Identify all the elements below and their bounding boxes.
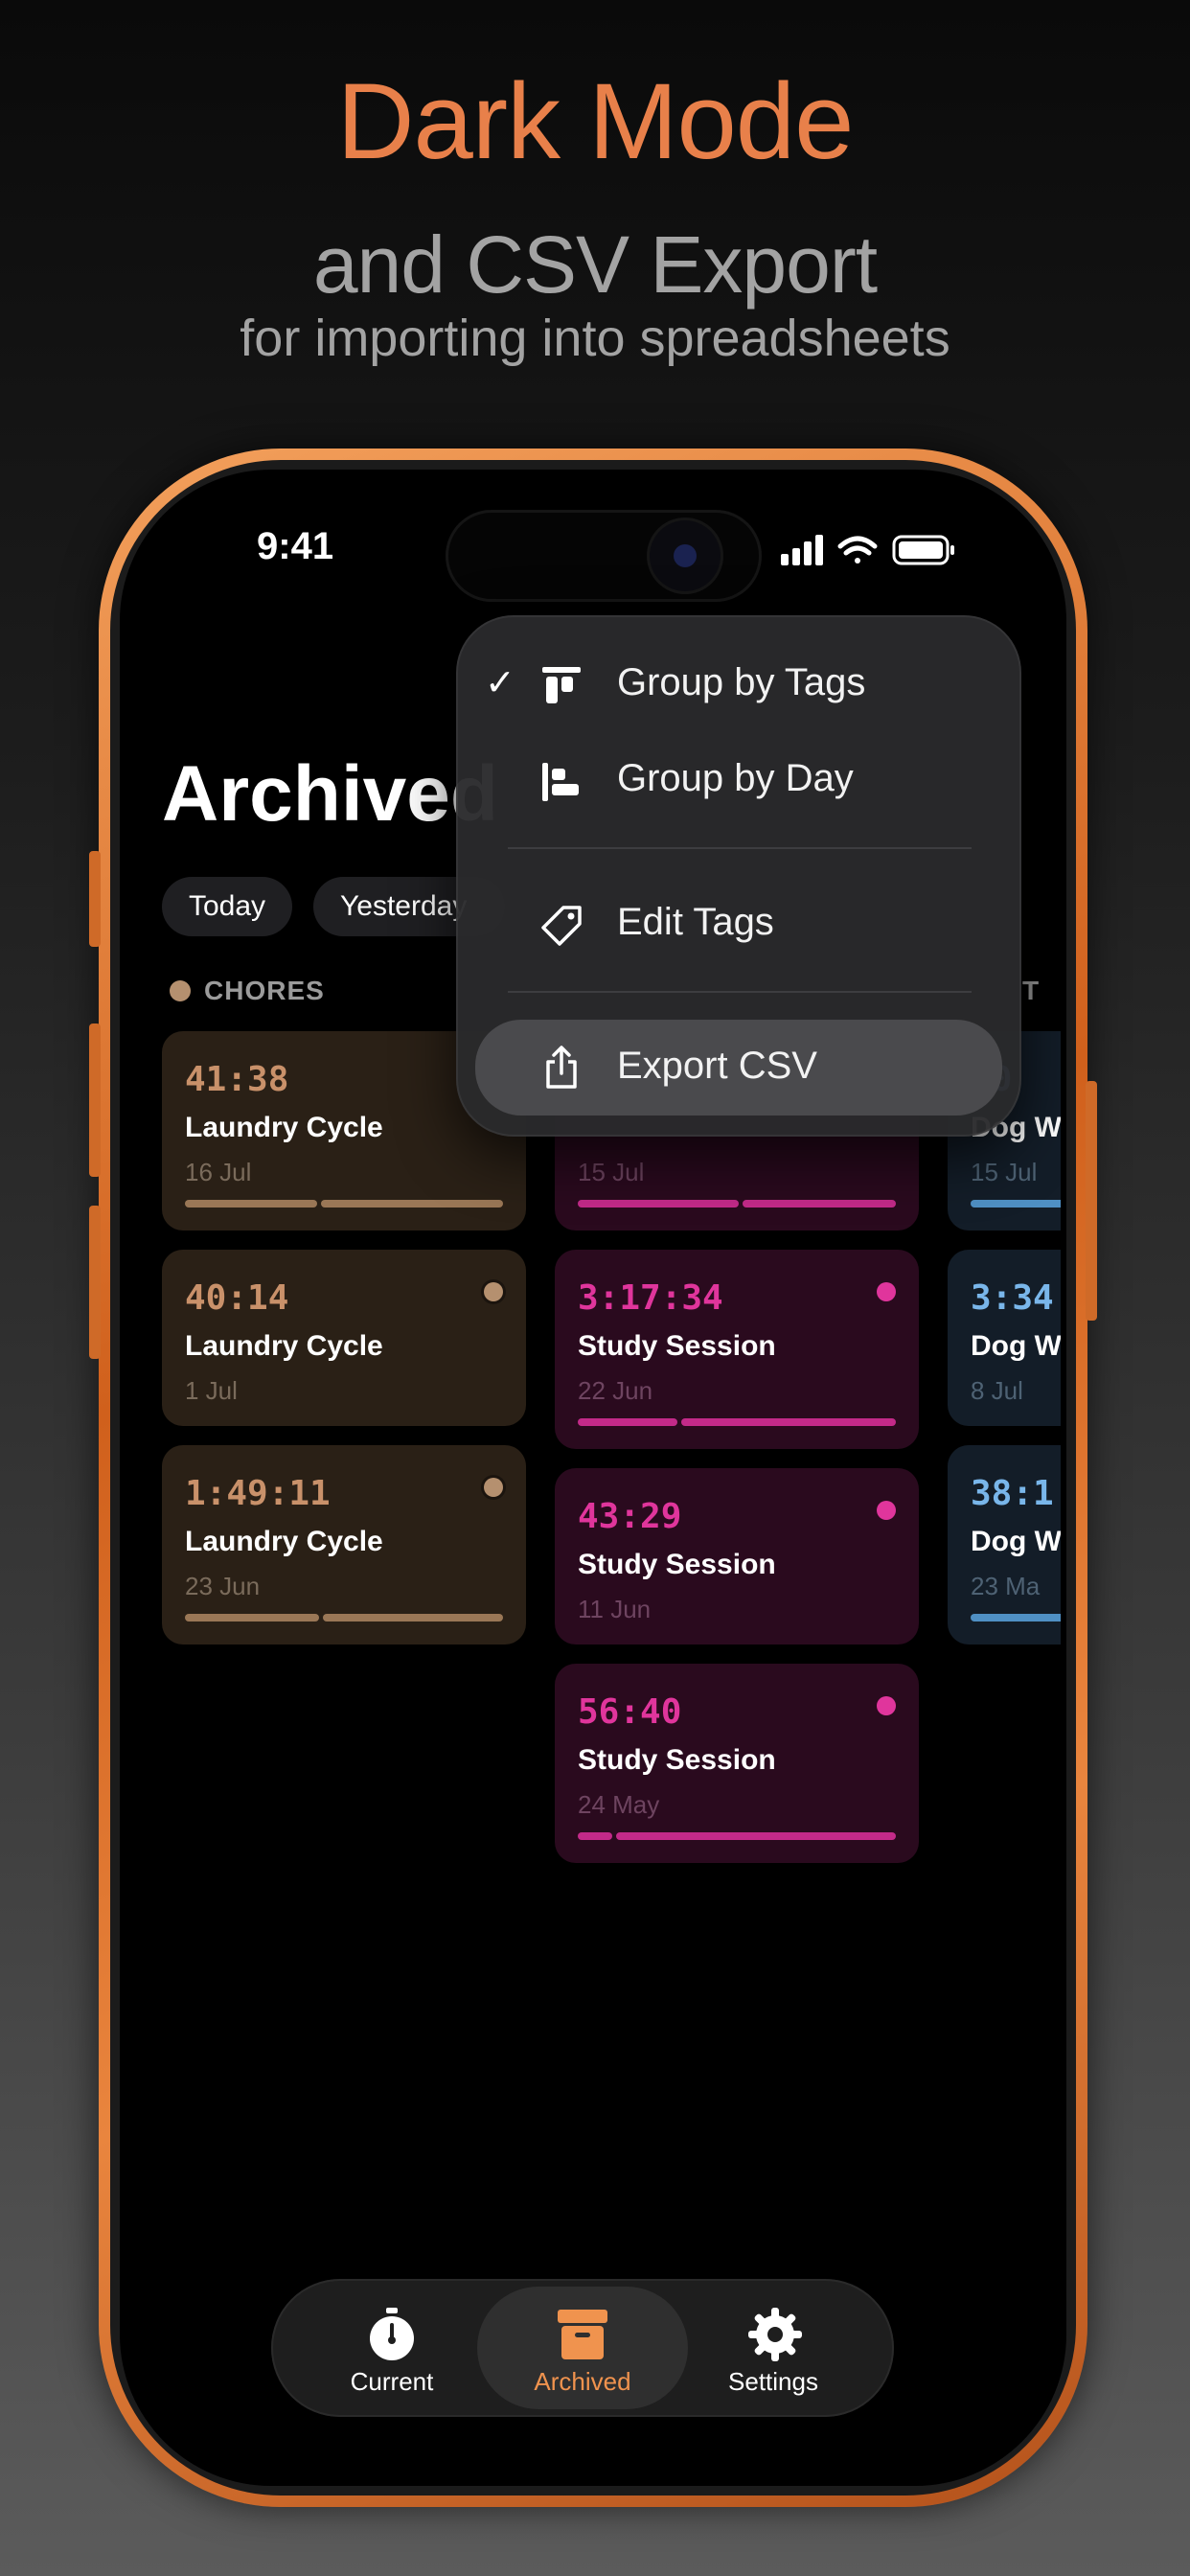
card-date: 8 Jul [971, 1376, 1023, 1405]
menu-item-label: Group by Tags [617, 661, 866, 703]
filter-chip-today[interactable]: Today [162, 877, 293, 936]
page-title: Archived [162, 750, 498, 838]
promo-subheadline: and CSV Export [312, 219, 878, 310]
tag-color-dot [170, 980, 191, 1001]
session-card[interactable]: 43:29 Study Session 11 Jun [555, 1468, 919, 1644]
tag-color-dot [484, 1478, 503, 1497]
promo-tagline: for importing into spreadsheets [240, 310, 950, 367]
menu-divider [508, 847, 972, 849]
signal-icon [781, 535, 823, 565]
session-bar [323, 1614, 503, 1622]
card-name: Study Session [578, 1549, 776, 1580]
card-name: Laundry Cycle [185, 1330, 383, 1362]
menu-item-export-csv[interactable]: Export CSV [475, 1020, 1002, 1116]
gear-icon [748, 2308, 802, 2361]
volume-up-button [89, 1024, 101, 1177]
phone-frame: 9:41 Archived Today Yesterday CHORES T 4… [89, 448, 1097, 2507]
column-tag-label: T [1022, 976, 1041, 1005]
card-date: 23 Ma [971, 1572, 1041, 1600]
card-name: Laundry Cycle [185, 1526, 383, 1557]
session-bar [185, 1614, 319, 1622]
tag-color-dot [877, 1696, 896, 1715]
menu-item-label: Group by Day [617, 757, 854, 799]
session-bar [578, 1832, 612, 1840]
menu-item-label: Export CSV [617, 1045, 817, 1087]
column-header-chores: CHORES [170, 976, 325, 1006]
card-date: 22 Jun [578, 1376, 653, 1405]
checkmark-icon: ✓ [485, 663, 515, 703]
session-card[interactable]: 38:1 Dog W 23 Ma [948, 1445, 1061, 1644]
tab-settings[interactable]: Settings [668, 2287, 879, 2409]
card-date: 15 Jul [971, 1158, 1038, 1186]
session-card[interactable]: 56:40 Study Session 24 May [555, 1664, 919, 1863]
card-date: 15 Jul [578, 1158, 645, 1186]
session-bar [616, 1832, 896, 1840]
group-by-tags-icon [542, 667, 581, 703]
battery-icon [892, 535, 954, 565]
card-duration: 38:1 [971, 1474, 1054, 1513]
card-name: Study Session [578, 1330, 776, 1362]
menu-divider [508, 991, 972, 993]
side-button [1086, 1081, 1097, 1321]
card-duration: 56:40 [578, 1692, 682, 1732]
session-bar [971, 1200, 1061, 1208]
tag-color-dot [877, 1282, 896, 1301]
card-date: 23 Jun [185, 1572, 261, 1600]
tab-label: Settings [728, 2367, 818, 2396]
card-date: 16 Jul [185, 1158, 252, 1186]
tab-label: Current [350, 2367, 434, 2396]
camera-icon [647, 518, 723, 594]
column-tag-label: CHORES [204, 976, 325, 1005]
menu-item-group-by-tags[interactable]: ✓ Group by Tags [456, 640, 1021, 732]
tab-label: Archived [534, 2367, 631, 2396]
tab-bar: Current Archived Settings [271, 2279, 894, 2417]
card-date: 24 May [578, 1790, 660, 1819]
card-name: Study Session [578, 1744, 776, 1776]
card-duration: 41:38 [185, 1060, 289, 1099]
menu-item-edit-tags[interactable]: Edit Tags [456, 880, 1021, 972]
session-card[interactable]: 40:14 Laundry Cycle 1 Jul [162, 1250, 526, 1426]
session-card[interactable]: 3:34 Dog W 8 Jul [948, 1250, 1061, 1426]
options-menu: ✓ Group by Tags Group by Day Edit Tags E… [456, 615, 1021, 1137]
card-date: 1 Jul [185, 1376, 238, 1405]
phone-screen: 9:41 Archived Today Yesterday CHORES T 4… [120, 470, 1066, 2486]
card-duration: 1:49:11 [185, 1474, 331, 1513]
wifi-icon [837, 536, 878, 564]
card-duration: 3:34 [971, 1278, 1054, 1318]
tab-current[interactable]: Current [286, 2287, 497, 2409]
stopwatch-icon [370, 2308, 414, 2360]
share-icon [546, 1046, 577, 1089]
card-name: Dog W [971, 1526, 1061, 1557]
tag-icon [541, 906, 582, 946]
tag-color-dot [877, 1501, 896, 1520]
session-bar [971, 1614, 1061, 1622]
card-date: 11 Jun [578, 1595, 652, 1623]
card-duration: 3:17:34 [578, 1278, 723, 1318]
session-card[interactable]: 3:17:34 Study Session 22 Jun [555, 1250, 919, 1449]
archive-box-icon [558, 2310, 607, 2359]
session-bar [578, 1200, 739, 1208]
session-bar [743, 1200, 896, 1208]
session-bar [681, 1418, 896, 1426]
session-bar [185, 1200, 317, 1208]
card-duration: 43:29 [578, 1497, 682, 1536]
menu-item-group-by-day[interactable]: Group by Day [456, 736, 1021, 828]
group-by-day-icon [542, 763, 579, 801]
status-icons [781, 535, 954, 565]
card-duration: 40:14 [185, 1278, 289, 1318]
status-time: 9:41 [257, 525, 334, 567]
volume-down-button [89, 1206, 101, 1359]
action-button [89, 851, 101, 947]
session-bar [578, 1418, 677, 1426]
promo-headline: Dark Mode [336, 61, 855, 181]
column-header-pets: T [1022, 976, 1061, 1006]
menu-item-label: Edit Tags [617, 901, 774, 943]
tag-color-dot [484, 1282, 503, 1301]
session-card[interactable]: 1:49:11 Laundry Cycle 23 Jun [162, 1445, 526, 1644]
card-name: Laundry Cycle [185, 1112, 383, 1143]
tab-archived[interactable]: Archived [477, 2287, 688, 2409]
session-bar [321, 1200, 503, 1208]
card-name: Dog W [971, 1330, 1061, 1362]
